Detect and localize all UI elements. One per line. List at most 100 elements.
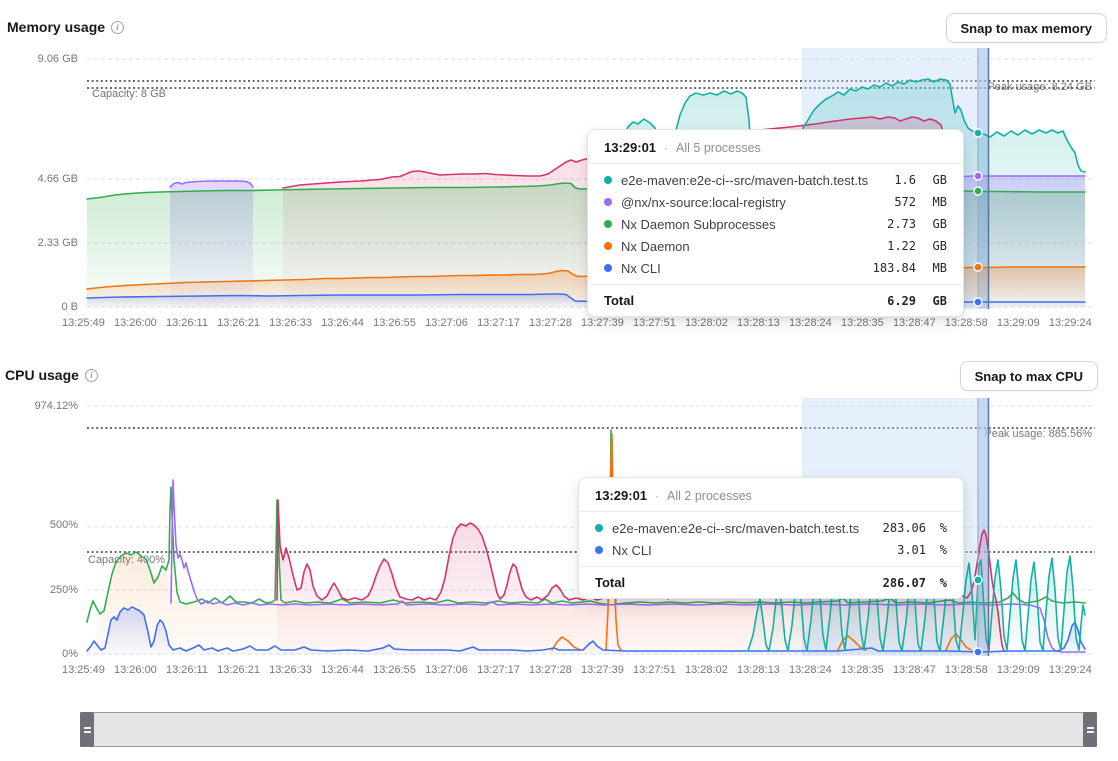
process-value: 1.22 (887, 239, 916, 253)
process-name: Nx CLI (621, 261, 864, 276)
memory-title-text: Memory usage (7, 19, 105, 35)
memory-y-tick: 9.06 GB (0, 52, 78, 66)
tooltip-row: Nx CLI 3.01 % (579, 539, 963, 561)
tooltip-row: @nx/nx-source:local-registry 572 MB (588, 191, 963, 213)
total-unit: GB (925, 294, 947, 308)
total-value: 6.29 (887, 294, 916, 308)
memory-peak-label: Peak usage: 8.24 GB (987, 81, 1092, 94)
x-tick: 13:27:06 (425, 317, 468, 329)
brush-handle-left[interactable] (80, 712, 94, 747)
snap-to-max-memory-button[interactable]: Snap to max memory (946, 13, 1108, 43)
cpu-x-axis: 13:25:4913:26:0013:26:1113:26:2113:26:33… (62, 664, 1092, 676)
x-tick: 13:27:28 (529, 664, 572, 676)
x-tick: 13:26:21 (217, 664, 260, 676)
process-unit: GB (925, 173, 947, 187)
cpu-y-tick: 500% (0, 518, 78, 532)
cpu-line-blue (87, 607, 1085, 652)
tooltip-separator: · (664, 141, 668, 155)
cpu-y-tick: 0% (0, 647, 78, 661)
process-unit: % (935, 543, 947, 557)
x-tick: 13:29:24 (1049, 317, 1092, 329)
total-unit: % (935, 576, 947, 590)
x-tick: 13:29:09 (997, 664, 1040, 676)
series-color-dot (604, 176, 612, 184)
process-unit: % (935, 521, 947, 535)
cpu-section-title: CPU usage i (5, 367, 98, 383)
series-color-dot (604, 198, 612, 206)
x-tick: 13:26:00 (114, 317, 157, 329)
tooltip-separator: · (655, 489, 659, 503)
x-tick: 13:27:28 (529, 317, 572, 329)
memory-section-title: Memory usage i (7, 19, 124, 35)
process-name: e2e-maven:e2e-ci--src/maven-batch.test.t… (612, 521, 874, 536)
tooltip-row: e2e-maven:e2e-ci--src/maven-batch.test.t… (588, 169, 963, 191)
cpu-tooltip-total: Total 286.07 % (579, 567, 963, 598)
x-tick: 13:26:11 (166, 317, 208, 329)
memory-tooltip-rows: e2e-maven:e2e-ci--src/maven-batch.test.t… (588, 164, 963, 284)
x-tick: 13:27:39 (581, 664, 624, 676)
series-color-dot (604, 220, 612, 228)
x-tick: 13:28:13 (737, 664, 780, 676)
cpu-line-orange-bumps (552, 634, 971, 650)
process-unit: MB (925, 261, 947, 275)
memory-x-axis: 13:25:4913:26:0013:26:1113:26:2113:26:33… (62, 317, 1092, 329)
memory-tooltip-header: 13:29:01 · All 5 processes (588, 130, 963, 163)
x-tick: 13:28:13 (737, 317, 780, 329)
x-tick: 13:26:55 (373, 664, 416, 676)
x-tick: 13:28:47 (893, 317, 936, 329)
memory-hover-dots (974, 129, 982, 306)
x-tick: 13:25:49 (62, 664, 105, 676)
memory-line-purple-bump (170, 181, 253, 187)
x-tick: 13:28:35 (841, 664, 884, 676)
process-value: 1.6 (894, 173, 916, 187)
x-tick: 13:27:51 (633, 317, 676, 329)
process-value: 2.73 (887, 217, 916, 231)
cpu-y-tick: 250% (0, 583, 78, 597)
brush-track[interactable] (80, 712, 1097, 747)
profiler-page: Memory usage i Snap to max memory 9.06 G… (0, 0, 1118, 761)
process-name: e2e-maven:e2e-ci--src/maven-batch.test.t… (621, 173, 885, 188)
info-icon[interactable]: i (85, 369, 98, 382)
cpu-title-text: CPU usage (5, 367, 79, 383)
tooltip-row: Nx Daemon 1.22 GB (588, 235, 963, 257)
x-tick: 13:27:17 (477, 664, 520, 676)
series-color-dot (604, 242, 612, 250)
brush-handle-right[interactable] (1083, 712, 1097, 747)
cpu-tooltip-rows: e2e-maven:e2e-ci--src/maven-batch.test.t… (579, 512, 963, 566)
tooltip-row: e2e-maven:e2e-ci--src/maven-batch.test.t… (579, 517, 963, 539)
process-name: Nx Daemon Subprocesses (621, 217, 878, 232)
x-tick: 13:28:24 (789, 317, 832, 329)
process-unit: GB (925, 217, 947, 231)
series-color-dot (595, 546, 603, 554)
cpu-tooltip: 13:29:01 · All 2 processes e2e-maven:e2e… (578, 477, 964, 599)
process-name: @nx/nx-source:local-registry (621, 195, 885, 210)
process-value: 283.06 (883, 521, 926, 535)
cpu-hover-dots (974, 576, 982, 656)
x-tick: 13:29:24 (1049, 664, 1092, 676)
memory-chart[interactable] (0, 0, 1118, 761)
info-icon[interactable]: i (111, 21, 124, 34)
x-tick: 13:28:02 (685, 317, 728, 329)
cpu-peak-label: Peak usage: 885.56% (984, 428, 1092, 441)
x-tick: 13:26:33 (269, 317, 312, 329)
x-tick: 13:29:09 (997, 317, 1040, 329)
x-tick: 13:26:21 (217, 317, 260, 329)
x-tick: 13:28:02 (685, 664, 728, 676)
memory-y-tick: 0 B (0, 300, 78, 314)
x-tick: 13:28:58 (945, 664, 988, 676)
cpu-y-tick: 974.12% (0, 399, 78, 413)
x-tick: 13:28:47 (893, 664, 936, 676)
tooltip-subtitle: All 5 processes (676, 141, 761, 155)
total-value: 286.07 (883, 576, 926, 590)
x-tick: 13:26:44 (321, 317, 364, 329)
tooltip-subtitle: All 2 processes (667, 489, 752, 503)
x-tick: 13:27:39 (581, 317, 624, 329)
memory-reference-lines (87, 81, 1095, 88)
snap-to-max-cpu-button[interactable]: Snap to max CPU (960, 361, 1098, 391)
total-label: Total (604, 293, 878, 308)
process-value: 3.01 (897, 543, 926, 557)
process-name: Nx CLI (612, 543, 888, 558)
x-tick: 13:26:11 (166, 664, 208, 676)
tooltip-row: Nx Daemon Subprocesses 2.73 GB (588, 213, 963, 235)
cpu-chart[interactable] (0, 0, 1118, 761)
